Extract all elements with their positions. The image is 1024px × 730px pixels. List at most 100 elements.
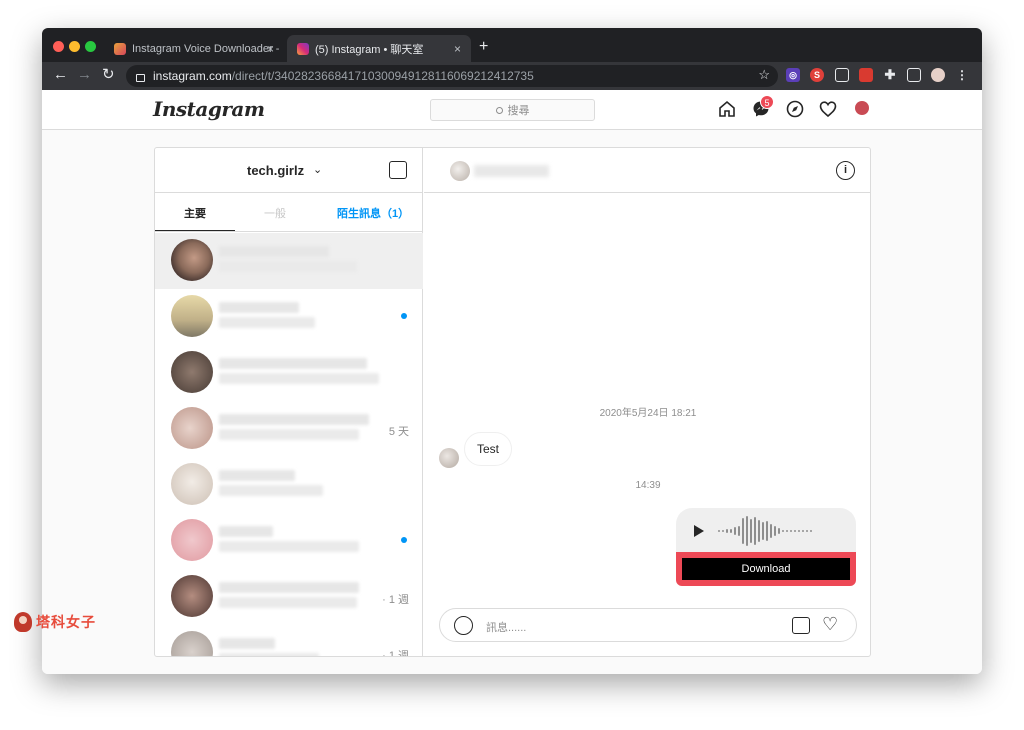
forward-button[interactable]: → xyxy=(77,67,92,83)
lock-icon xyxy=(136,74,145,82)
conversation-item[interactable] xyxy=(155,289,423,345)
blurred-name xyxy=(219,638,275,649)
close-tab-icon[interactable]: × xyxy=(454,42,461,56)
search-input[interactable]: 搜尋 xyxy=(430,99,595,121)
inbox-panel: tech.girlz ⌄ 主要 一般 陌生訊息（1） 5 天 · 1 週 · 1… xyxy=(155,148,423,657)
new-message-icon[interactable] xyxy=(389,161,407,179)
conversation-time: · 1 週 xyxy=(382,650,409,657)
mascot-icon xyxy=(14,612,32,632)
blurred-name xyxy=(219,414,369,425)
url-text: instagram.com/direct/t/34028236684171030… xyxy=(153,69,534,83)
instagram-logo[interactable]: Instagram xyxy=(153,97,265,121)
blurred-name xyxy=(219,246,329,257)
tab-instagram[interactable]: (5) Instagram • 聊天室 × xyxy=(287,35,471,62)
avatar xyxy=(171,351,213,393)
close-tab-icon[interactable]: × xyxy=(267,42,274,56)
blurred-preview xyxy=(219,541,359,552)
conversation-item[interactable] xyxy=(155,513,423,569)
inbox-tabs: 主要 一般 陌生訊息（1） xyxy=(155,194,423,232)
blurred-preview xyxy=(219,597,357,608)
blurred-preview xyxy=(219,373,379,384)
avatar xyxy=(171,631,213,656)
chevron-down-icon[interactable]: ⌄ xyxy=(313,163,322,176)
tab-voice-downloader[interactable]: Instagram Voice Downloader - × xyxy=(104,35,284,62)
conversation-item[interactable] xyxy=(155,233,423,289)
cast-icon[interactable] xyxy=(907,68,921,82)
conversation-item[interactable] xyxy=(155,345,423,401)
blurred-preview xyxy=(219,429,359,440)
avatar[interactable] xyxy=(450,161,470,181)
message-input[interactable]: 訊息...... xyxy=(486,619,526,635)
browser-menu-icon[interactable]: ⋮ xyxy=(955,68,969,82)
explore-compass-icon[interactable] xyxy=(786,100,804,118)
minimize-window-button[interactable] xyxy=(69,41,80,52)
tab-title: Instagram Voice Downloader - xyxy=(132,42,280,55)
watermark-logo: 塔科女子 xyxy=(14,612,96,632)
back-button[interactable]: ← xyxy=(53,67,68,83)
unread-indicator xyxy=(401,537,407,543)
conversation-time: 5 天 xyxy=(388,426,409,438)
blurred-name xyxy=(219,526,273,537)
reload-button[interactable]: ↻ xyxy=(102,67,115,83)
inbox-header: tech.girlz ⌄ xyxy=(155,148,423,193)
timestamp: 14:39 xyxy=(635,480,661,491)
address-bar[interactable]: instagram.com/direct/t/34028236684171030… xyxy=(126,65,778,87)
profile-avatar[interactable] xyxy=(855,101,869,115)
avatar xyxy=(171,407,213,449)
home-icon[interactable] xyxy=(718,100,736,118)
conversation-item[interactable] xyxy=(155,457,423,513)
url-host: instagram.com xyxy=(153,69,232,83)
instagram-favicon-icon xyxy=(297,42,309,55)
image-upload-icon[interactable] xyxy=(792,617,810,634)
account-switcher[interactable]: tech.girlz xyxy=(247,163,304,178)
activity-heart-icon[interactable] xyxy=(819,100,837,118)
bookmark-star-icon[interactable]: ☆ xyxy=(758,67,770,83)
extension-s-icon[interactable]: S xyxy=(810,68,824,82)
blurred-preview xyxy=(219,261,357,272)
heart-icon[interactable]: ♡ xyxy=(822,614,838,634)
timestamp: 2020年5月24日 18:21 xyxy=(599,408,697,419)
blurred-name xyxy=(219,358,367,369)
search-placeholder: 搜尋 xyxy=(507,105,530,117)
extension-red-icon[interactable] xyxy=(859,68,873,82)
voice-message xyxy=(676,508,856,554)
browser-window: Instagram Voice Downloader - × (5) Insta… xyxy=(42,28,982,674)
conversation-item[interactable]: · 1 週 xyxy=(155,625,423,657)
download-highlight: Download xyxy=(676,552,856,586)
tab-requests[interactable]: 陌生訊息（1） xyxy=(337,205,409,221)
close-window-button[interactable] xyxy=(53,41,64,52)
play-icon[interactable] xyxy=(694,525,704,537)
search-icon xyxy=(495,106,503,114)
new-tab-button[interactable]: + xyxy=(479,38,488,56)
avatar xyxy=(171,575,213,617)
page: Instagram 搜尋 5 tech.girlz ⌄ 主要 一般 陌生訊息（1… xyxy=(42,90,982,674)
avatar xyxy=(439,448,459,468)
emoji-icon[interactable] xyxy=(454,616,473,635)
info-icon[interactable]: i xyxy=(836,161,855,180)
maximize-window-button[interactable] xyxy=(85,41,96,52)
url-path: /direct/t/340282366841710300949128116069… xyxy=(231,69,534,83)
watermark-text: 塔科女子 xyxy=(36,614,96,630)
avatar xyxy=(171,463,213,505)
blurred-preview xyxy=(219,653,319,656)
pocket-icon[interactable] xyxy=(835,68,849,82)
blurred-preview xyxy=(219,485,323,496)
blurred-name xyxy=(219,470,295,481)
tab-title: (5) Instagram • 聊天室 xyxy=(315,43,424,56)
download-button[interactable]: Download xyxy=(682,558,850,580)
extension-purple-icon[interactable]: ◎ xyxy=(786,68,800,82)
conversation-item[interactable]: 5 天 xyxy=(155,401,423,457)
tab-primary[interactable]: 主要 xyxy=(184,205,206,221)
thread-panel: i 2020年5月24日 18:21 Test 14:39 Download 訊… xyxy=(424,148,870,656)
message-bubble: Test xyxy=(464,432,513,466)
avatar xyxy=(171,239,213,281)
extensions-puzzle-icon[interactable]: ✚ xyxy=(883,68,897,82)
unread-indicator xyxy=(401,313,407,319)
profile-avatar[interactable] xyxy=(931,68,945,82)
blurred-preview xyxy=(219,317,315,328)
blurred-name xyxy=(219,582,359,593)
downloader-favicon-icon xyxy=(114,42,126,55)
conversation-item[interactable]: · 1 週 xyxy=(155,569,423,625)
browser-toolbar: ← → ↻ instagram.com/direct/t/34028236684… xyxy=(42,62,982,90)
tab-general[interactable]: 一般 xyxy=(264,205,286,221)
